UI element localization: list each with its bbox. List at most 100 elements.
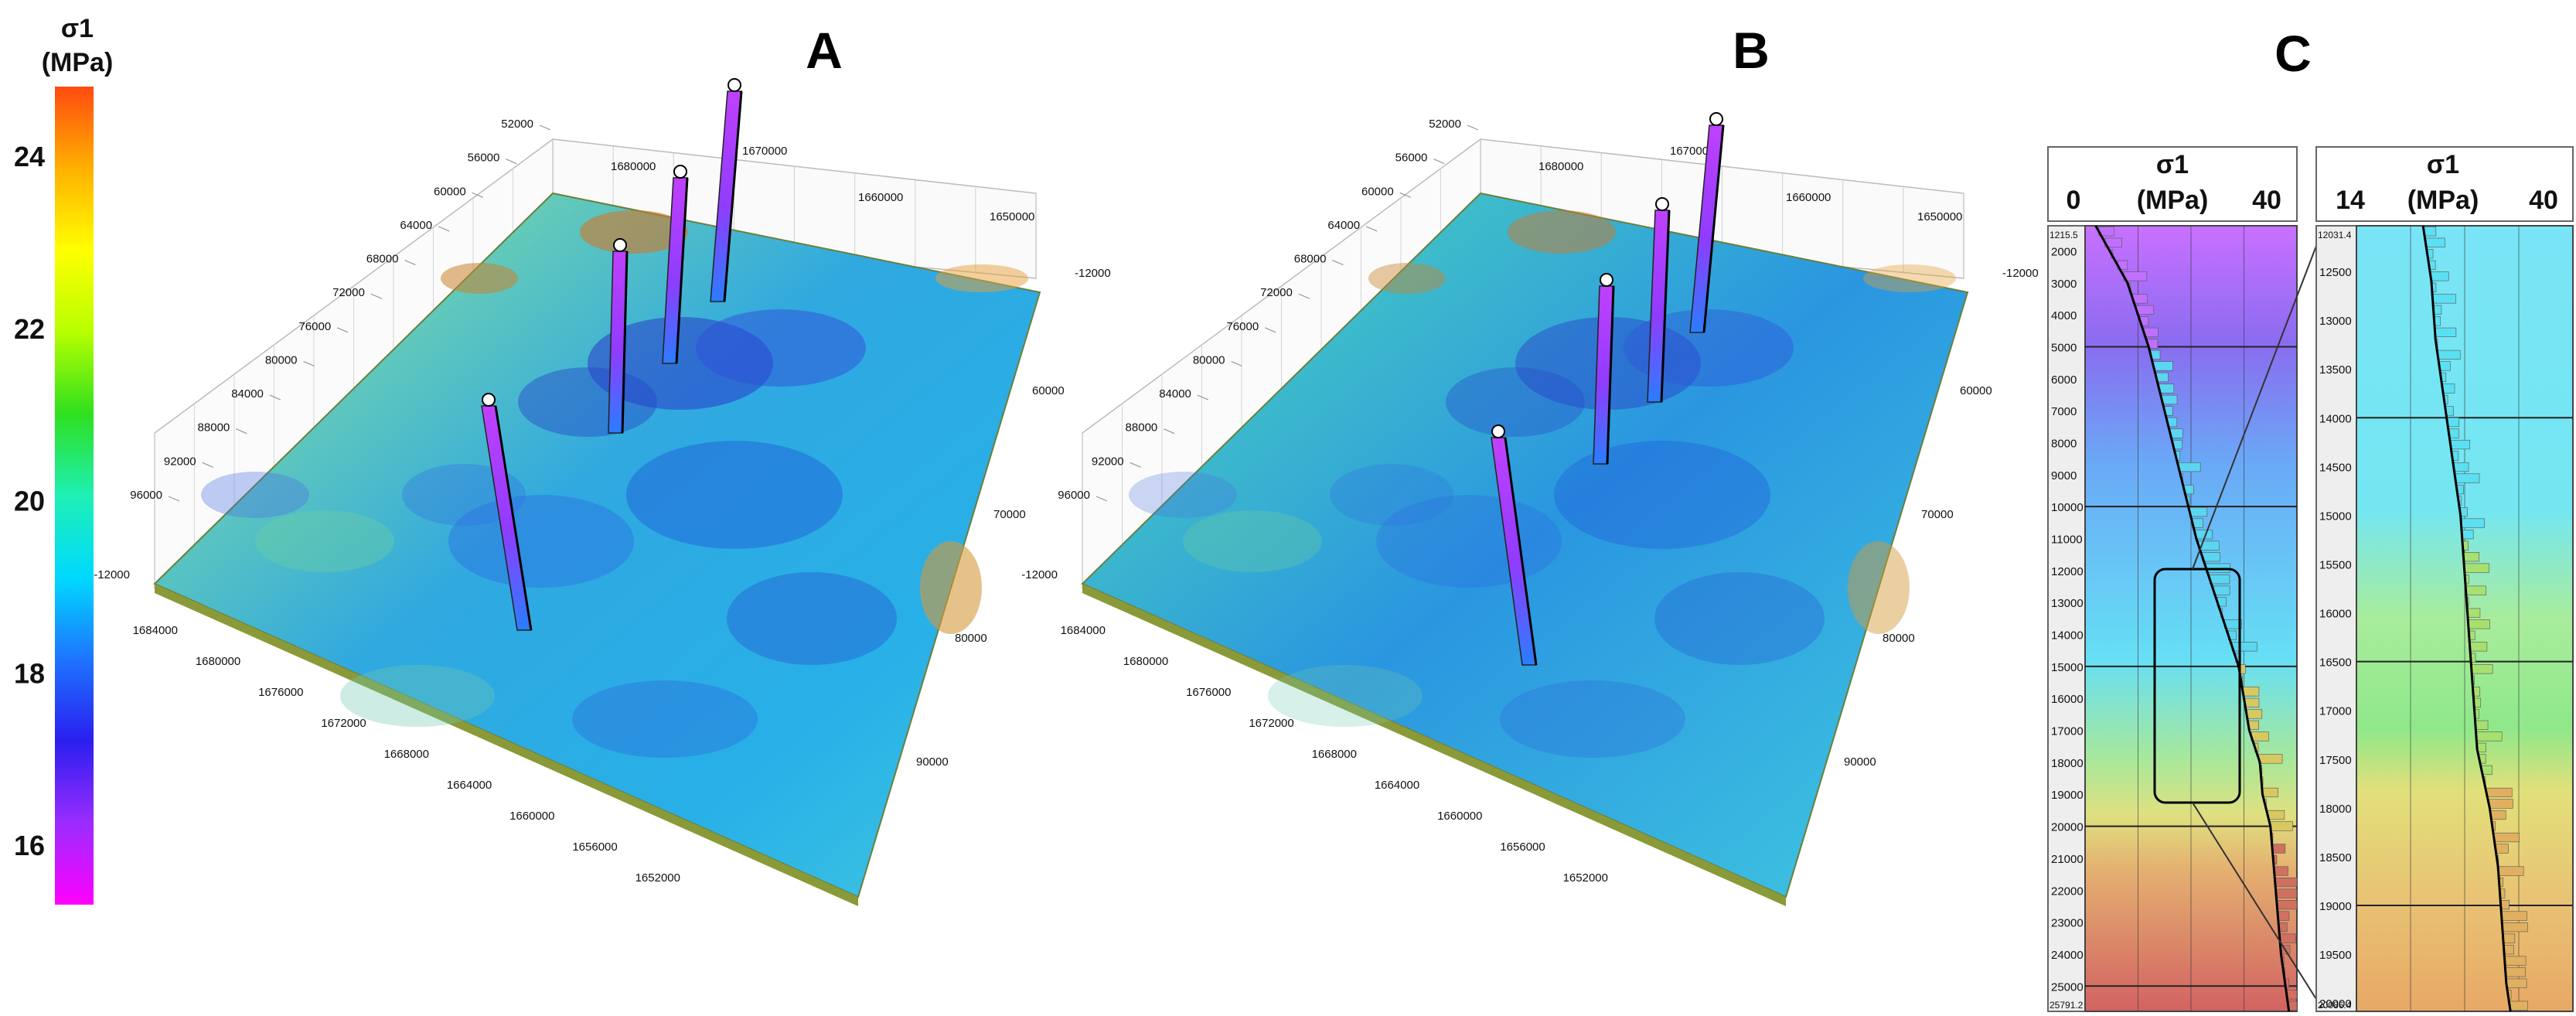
depth-tick-label: 13000: [2319, 315, 2352, 328]
y-axis-tick-label: 52000: [1429, 118, 1461, 131]
surface-texture-patch: [441, 263, 518, 294]
wellhead-marker: [727, 78, 741, 92]
y-axis-tick-label: 92000: [164, 455, 196, 468]
x-axis-bottom-tick-label: 1664000: [447, 779, 492, 792]
log-zoom: σ1 (MPa) 14 40 12031.4 12500 13000 13500 140…: [2315, 146, 2574, 1012]
depth-tick-label: 15000: [2319, 510, 2352, 523]
log-bar: [2279, 933, 2296, 943]
x-axis-top-tick-label: 1680000: [611, 160, 656, 173]
y-axis-tick-label: 76000: [298, 320, 331, 333]
x-axis-bottom-tick-label: 1668000: [1312, 748, 1357, 761]
log-bar: [2461, 518, 2485, 528]
log-full-xmin-label: 0: [2067, 186, 2081, 215]
wellhead-marker: [1655, 197, 1669, 211]
wellhead-marker: [1491, 424, 1505, 438]
depth-tick-label: 14500: [2319, 461, 2352, 474]
x-axis-bottom-tick-label: 1684000: [133, 624, 178, 637]
log-bar: [2488, 799, 2513, 809]
panel-c-letter: C: [2274, 25, 2312, 82]
x-axis-bottom-tick-label: 1652000: [635, 871, 680, 885]
depth-tick-label: 14000: [2319, 412, 2352, 425]
depth-tick-label: 12500: [2319, 266, 2352, 279]
log-bar: [2438, 361, 2451, 371]
log-bar: [2425, 237, 2445, 247]
log-bar: [2432, 294, 2456, 304]
log-bar: [2242, 687, 2260, 697]
log-bar: [2475, 731, 2503, 742]
y-axis-tick-label: 96000: [130, 489, 162, 502]
log-full: σ1 (MPa) 0 40 1215.5 2000 3000 4000 5000 6000…: [2047, 146, 2298, 1012]
log-bar: [2501, 911, 2527, 921]
log-bar: [2435, 327, 2457, 337]
x-axis-top-tick-label: 1650000: [990, 210, 1034, 223]
depth-tick-label: 2000: [2051, 245, 2077, 258]
log-zoom-xmax-label: 40: [2529, 186, 2558, 215]
log-bar: [2231, 642, 2257, 652]
log-bar: [2469, 642, 2488, 652]
x-axis-top-tick-label: 1680000: [1538, 160, 1583, 173]
log-bar: [2161, 394, 2178, 405]
depth-tick-label: 17000: [2051, 725, 2084, 738]
log-bar: [2202, 552, 2220, 562]
wellhead-marker: [1709, 112, 1723, 126]
log-zoom-title-unit: (MPa): [2407, 186, 2479, 215]
log-bar: [2495, 844, 2509, 854]
wellhead-marker: [673, 165, 687, 179]
log-bar: [2430, 271, 2449, 281]
log-bar: [2195, 530, 2213, 540]
depth-tick-label: 18000: [2051, 757, 2084, 770]
log-bar: [2423, 227, 2437, 237]
x-axis-bottom-tick-label: 1656000: [1500, 840, 1545, 854]
colorbar-gradient: [55, 87, 94, 905]
surface-texture-patch: [255, 510, 394, 572]
depth-tick-label: 19500: [2319, 949, 2352, 962]
depth-tick-label: 13000: [2051, 597, 2084, 610]
depth-top-label: 12031.4: [2318, 230, 2352, 240]
x-axis-bottom-tick-label: 1680000: [196, 655, 240, 668]
depth-tick-label: 22000: [2051, 885, 2084, 898]
log-bar: [2267, 810, 2285, 820]
x-axis-top-tick-label: 1660000: [858, 191, 903, 204]
panel-a-letter: A: [806, 22, 843, 79]
depth-tick-label: 9000: [2051, 469, 2077, 482]
x-axis-bottom-tick-label: 1676000: [258, 686, 303, 699]
y-axis-tick-label: 76000: [1226, 320, 1259, 333]
figure-canvas: σ1 (MPa) 24 22 20 18 16 A B C 52000 56000 6000…: [14, 14, 2574, 1012]
depth-tick-label: 12000: [2051, 565, 2084, 578]
log-bar: [2244, 697, 2260, 707]
log-bar: [2504, 956, 2527, 966]
colorbar-title-symbol: σ1: [61, 14, 94, 43]
surface-texture-patch: [1330, 464, 1453, 526]
log-zoom-xmin-label: 14: [2336, 186, 2365, 215]
depth-tick-label: 18000: [2319, 803, 2352, 816]
log-bar: [2503, 945, 2514, 955]
surface-texture-patch: [1554, 441, 1770, 549]
log-bar: [2462, 530, 2474, 540]
surface-texture-patch: [1500, 680, 1685, 758]
depth-tick-label: 19000: [2051, 789, 2084, 802]
right-axis-tick-label: 90000: [1844, 755, 1876, 769]
surface-texture-patch: [572, 680, 758, 758]
log-bar: [2251, 731, 2269, 742]
y-axis-tick-label: 92000: [1092, 455, 1124, 468]
surface-texture-patch: [201, 472, 309, 518]
wellhead-marker: [1600, 273, 1613, 287]
x-axis-bottom-tick-label: 1676000: [1186, 686, 1231, 699]
depth-tick-label: 14000: [2051, 629, 2084, 643]
depth-tick-label: 18500: [2319, 851, 2352, 864]
surface-texture-patch: [1654, 572, 1825, 665]
right-axis-tick-label: 60000: [1960, 384, 1992, 397]
surface-texture-patch: [1863, 264, 1956, 292]
y-axis-tick-label: 52000: [501, 118, 533, 131]
log-bar: [2258, 754, 2283, 764]
depth-tick-label: 16500: [2319, 656, 2352, 670]
log-bar: [2447, 417, 2460, 428]
y-axis-tick-label: 60000: [1361, 185, 1394, 198]
depth-tick-label: 19000: [2319, 900, 2352, 913]
surface-texture-patch: [518, 367, 657, 437]
depth-tick-label: 4000: [2051, 309, 2077, 322]
y-axis-tick-label: 60000: [434, 185, 466, 198]
z-axis-tick-label: -12000: [1075, 267, 1111, 280]
colorbar-tick-label: 20: [14, 486, 45, 517]
depth-tick-label: 13500: [2319, 363, 2352, 377]
